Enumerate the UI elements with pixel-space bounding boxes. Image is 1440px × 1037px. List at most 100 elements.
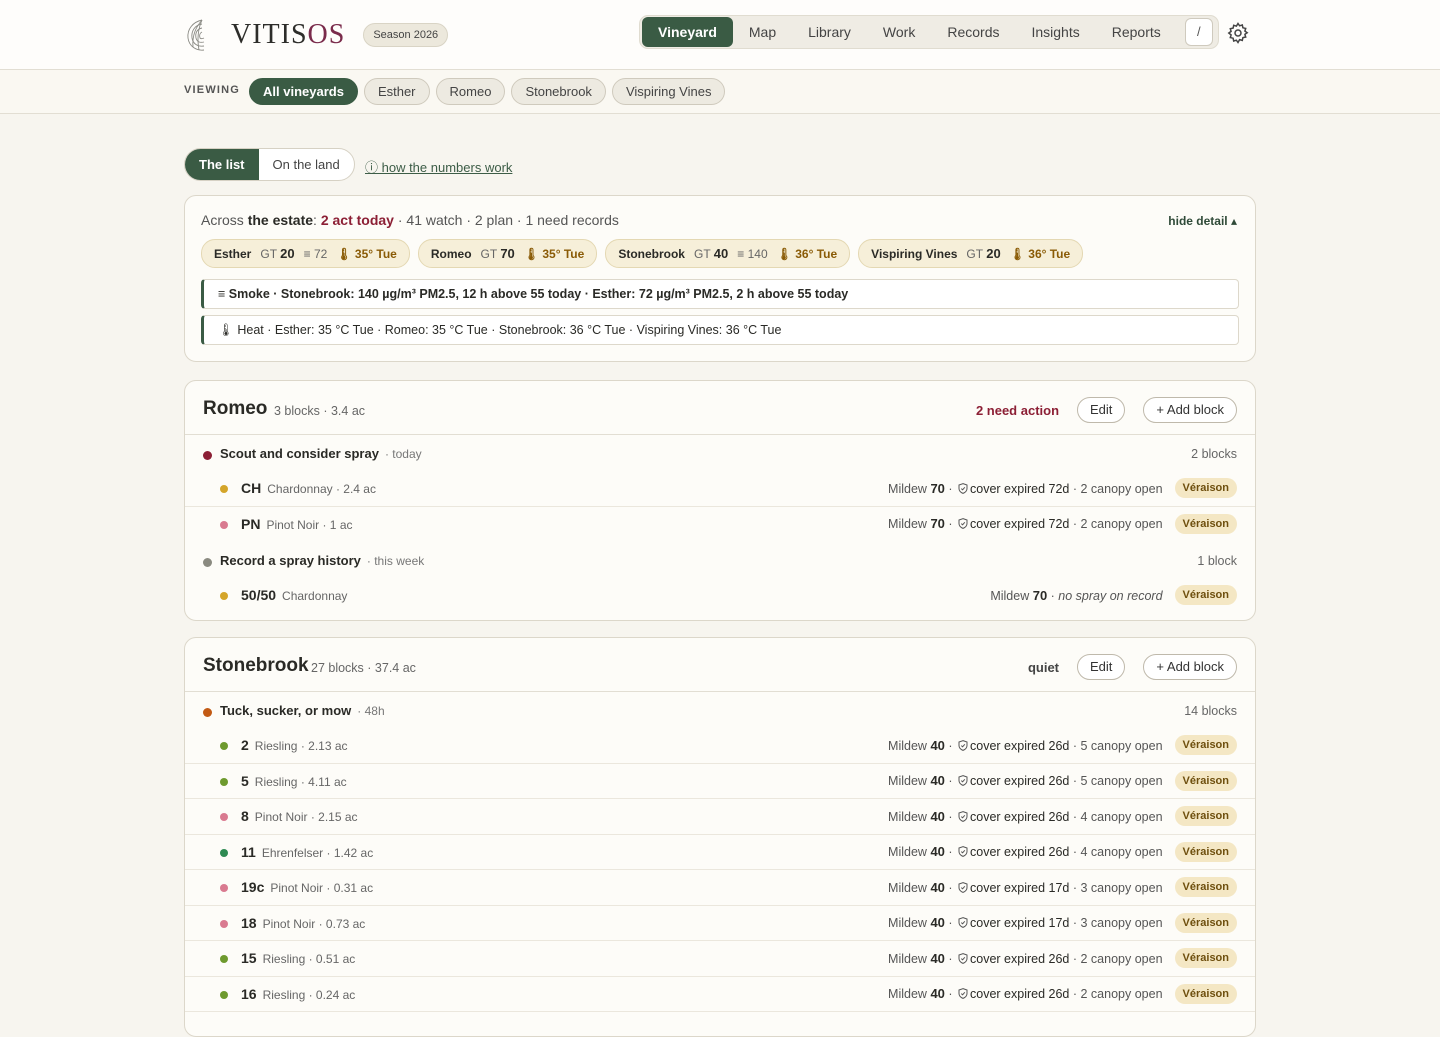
shield-icon — [958, 775, 968, 786]
phenology-stage-badge: Véraison — [1174, 585, 1237, 605]
add-block-button[interactable]: + Add block — [1143, 654, 1237, 680]
status-badge: quiet — [1027, 659, 1060, 675]
task-title: Record a spray history · this week — [220, 553, 425, 568]
hide-detail-toggle[interactable]: hide detail ▴ — [1168, 214, 1237, 228]
block-code: 5 Riesling · 4.11 ac — [241, 772, 347, 789]
toggle-the-list[interactable]: The list — [185, 149, 259, 180]
conditions-chip-romeo[interactable]: Romeo GT 70 🌡︎ 35° Tue — [417, 239, 598, 268]
shield-icon — [958, 917, 968, 928]
shield-icon — [958, 482, 968, 494]
block-code: 11 Ehrenfelser · 1.42 ac — [241, 843, 374, 860]
task-block-count: 2 blocks — [1191, 447, 1237, 461]
shield-icon — [958, 881, 968, 893]
thermometer-icon: 🌡︎ — [336, 246, 352, 261]
filter-all-vineyards[interactable]: All vineyards — [249, 78, 358, 105]
thermometer-icon: 🌡︎ — [523, 246, 540, 261]
view-toggle: The list On the land — [184, 148, 355, 181]
growth-threat: GT 40 — [693, 246, 729, 261]
vineyard-name: Stonebrook — [203, 655, 309, 676]
priority-dot — [203, 708, 212, 717]
nav-reports[interactable]: Reports — [1096, 17, 1177, 47]
card-header: Romeo 3 blocks · 3.4 ac 2 need action Ed… — [185, 381, 1255, 435]
block-row[interactable]: PN Pinot Noir · 1 ac Mildew 70 · cover ex… — [185, 507, 1255, 543]
block-row[interactable]: 5 Riesling · 4.11 ac Mildew 40 · cover exp… — [185, 764, 1255, 799]
nav-records[interactable]: Records — [931, 17, 1015, 47]
chip-vineyard-name: Esther — [214, 246, 252, 261]
command-shortcut-button[interactable]: / — [1184, 18, 1213, 46]
heat-reading: 🌡︎ 36° Tue — [1009, 246, 1071, 261]
block-code: CH Chardonnay · 2.4 ac — [241, 480, 376, 496]
nav-map[interactable]: Map — [733, 17, 792, 47]
nav-vineyard[interactable]: Vineyard — [642, 17, 733, 47]
block-row[interactable]: 50/50 Chardonnay Mildew 70 · no spray on … — [185, 578, 1255, 614]
variety-dot — [220, 520, 228, 529]
block-risk-info: Mildew 70 · cover expired 72d · 2 canopy… — [888, 480, 1163, 496]
task-title: Tuck, sucker, or mow · 48h — [220, 703, 385, 718]
phenology-stage-badge: Véraison — [1174, 770, 1237, 791]
gear-icon[interactable] — [1226, 21, 1250, 45]
block-row[interactable]: 15 Riesling · 0.51 ac Mildew 40 · cover ex… — [185, 941, 1255, 977]
block-row[interactable]: 18 Pinot Noir · 0.73 ac Mildew 40 · cover … — [185, 906, 1255, 941]
filter-vispiring-vines[interactable]: Vispiring Vines — [611, 78, 726, 105]
block-row[interactable]: 19c Pinot Noir · 0.31 ac Mildew 40 · cover… — [185, 870, 1255, 906]
block-code: 15 Riesling · 0.51 ac — [241, 950, 356, 966]
filter-stonebrook[interactable]: Stonebrook — [511, 78, 606, 105]
card-actions: quiet Edit + Add block — [1028, 654, 1237, 680]
filter-romeo[interactable]: Romeo — [435, 78, 506, 105]
shield-icon — [958, 739, 968, 751]
block-row[interactable]: CH Chardonnay · 2.4 ac Mildew 70 · cover … — [185, 471, 1255, 507]
card-header: Stonebrook 27 blocks · 37.4 ac quiet Edi… — [185, 638, 1255, 692]
phenology-stage-badge: Véraison — [1174, 735, 1237, 755]
phenology-stage-badge: Véraison — [1174, 513, 1237, 534]
phenology-stage-badge: Véraison — [1174, 841, 1237, 862]
block-risk-info: Mildew 70 · cover expired 72d · 2 canopy… — [888, 516, 1163, 531]
task-group-header[interactable]: Scout and consider spray · today 2 blocks — [185, 435, 1255, 471]
nav-library[interactable]: Library — [792, 17, 867, 47]
task-group-header[interactable]: Record a spray history · this week 1 bloc… — [185, 542, 1255, 578]
variety-dot — [220, 919, 228, 928]
task-block-count: 1 block — [1197, 554, 1237, 568]
estate-summary-line: Across the estate: 2 act today · 41 watc… — [201, 212, 619, 228]
smoke-reading: ≡ 72 — [303, 246, 328, 261]
block-row[interactable]: 2 Riesling · 2.13 ac Mildew 40 · cover exp… — [185, 728, 1255, 764]
edit-button[interactable]: Edit — [1077, 397, 1126, 423]
task-group-header[interactable]: Tuck, sucker, or mow · 48h 14 blocks — [185, 692, 1255, 728]
nav-work[interactable]: Work — [867, 17, 931, 47]
vineyard-filter: All vineyards Esther Romeo Stonebrook Vi… — [249, 78, 726, 105]
shield-icon — [958, 988, 968, 999]
conditions-chip-esther[interactable]: Esther GT 20 ≡ 72 🌡︎ 35° Tue — [201, 239, 410, 268]
season-badge[interactable]: Season 2026 — [363, 23, 449, 47]
filter-esther[interactable]: Esther — [363, 78, 430, 105]
conditions-chip-stonebrook[interactable]: Stonebrook GT 40 ≡ 140 🌡︎ 36° Tue — [605, 239, 851, 268]
block-risk-info: Mildew 40 · cover expired 17d · 3 canopy… — [888, 879, 1163, 895]
logo[interactable]: VITISOS Season 2026 — [184, 17, 449, 53]
growth-threat: GT 20 — [260, 246, 295, 261]
logo-mark-icon — [187, 19, 205, 51]
phenology-stage-badge: Véraison — [1174, 478, 1237, 498]
nav-insights[interactable]: Insights — [1015, 17, 1095, 47]
chip-vineyard-name: Vispiring Vines — [871, 246, 958, 261]
shield-icon — [958, 952, 968, 964]
block-risk-info: Mildew 40 · cover expired 26d · 5 canopy… — [888, 737, 1163, 753]
task-block-count: 14 blocks — [1184, 704, 1237, 718]
growth-threat: GT 70 — [480, 246, 515, 261]
stonebrook-block-list: 2 Riesling · 2.13 ac Mildew 40 · cover exp… — [185, 728, 1255, 1012]
add-block-button[interactable]: + Add block — [1143, 397, 1237, 423]
edit-button[interactable]: Edit — [1077, 654, 1126, 680]
conditions-chip-vispiring-vines[interactable]: Vispiring Vines GT 20 🌡︎ 36° Tue — [858, 239, 1084, 268]
heat-reading: 🌡︎ 35° Tue — [523, 246, 585, 261]
vineyard-meta: 27 blocks · 37.4 ac — [311, 661, 416, 675]
vineyard-name: Romeo — [203, 398, 268, 419]
block-code: PN Pinot Noir · 1 ac — [241, 515, 353, 532]
phenology-stage-badge: Véraison — [1174, 948, 1237, 968]
toggle-on-the-land[interactable]: On the land — [259, 149, 354, 180]
block-row[interactable]: 8 Pinot Noir · 2.15 ac Mildew 40 · cover e… — [185, 799, 1255, 835]
how-numbers-work-link[interactable]: ⓘ how the numbers work — [365, 157, 512, 176]
block-risk-info: Mildew 40 · cover expired 26d · 4 canopy… — [888, 808, 1163, 824]
block-row[interactable]: 11 Ehrenfelser · 1.42 ac Mildew 40 · cover… — [185, 835, 1255, 870]
variety-dot — [220, 742, 228, 750]
smoke-reading: ≡ 140 — [737, 246, 768, 261]
block-risk-info: Mildew 40 · cover expired 17d · 3 canopy… — [888, 915, 1163, 930]
block-row[interactable]: 16 Riesling · 0.24 ac Mildew 40 · cover ex… — [185, 977, 1255, 1012]
phenology-stage-badge: Véraison — [1174, 806, 1237, 826]
